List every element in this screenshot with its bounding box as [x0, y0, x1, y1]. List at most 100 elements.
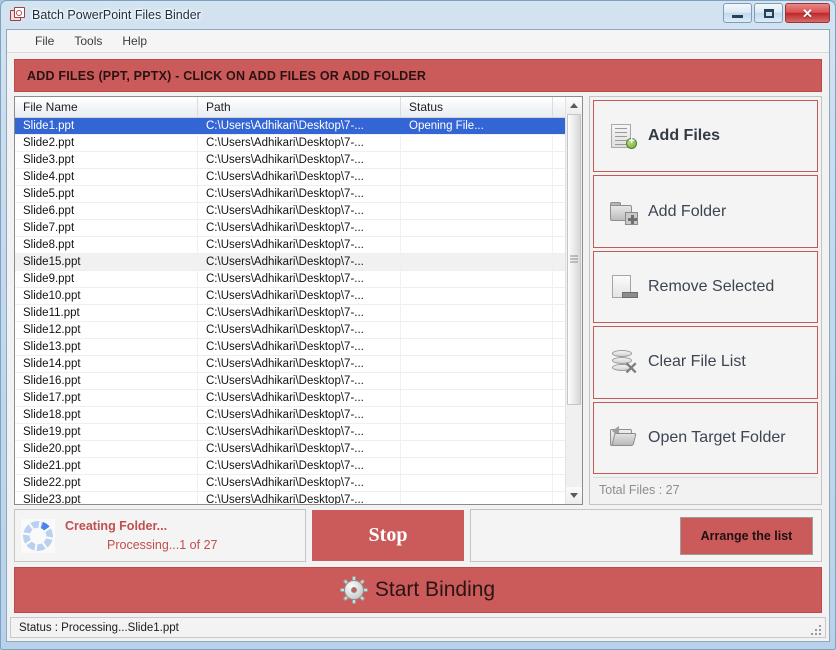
- table-row[interactable]: Slide21.ppt C:\Users\Adhikari\Desktop\7-.…: [15, 457, 582, 475]
- cell-status: [401, 185, 553, 203]
- cell-path: C:\Users\Adhikari\Desktop\7-...: [198, 134, 401, 152]
- total-files-label: Total Files : 27: [593, 477, 818, 501]
- application-window: Batch PowerPoint Files Binder ✕ File Too…: [0, 0, 836, 650]
- cell-status: [401, 168, 553, 186]
- cell-path: C:\Users\Adhikari\Desktop\7-...: [206, 119, 364, 132]
- table-row[interactable]: Slide3.ppt C:\Users\Adhikari\Desktop\7-..…: [15, 151, 582, 169]
- table-row[interactable]: Slide18.ppt C:\Users\Adhikari\Desktop\7-.…: [15, 406, 582, 424]
- table-row[interactable]: Slide9.ppt C:\Users\Adhikari\Desktop\7-..…: [15, 270, 582, 288]
- menu-bar: File Tools Help: [7, 30, 829, 53]
- progress-panel: Creating Folder... Processing...1 of 27: [14, 509, 306, 562]
- table-row[interactable]: Slide10.ppt C:\Users\Adhikari\Desktop\7-.…: [15, 287, 582, 305]
- cell-file-name: Slide18.ppt: [15, 406, 198, 424]
- clear-file-list-label: Clear File List: [648, 353, 746, 371]
- table-row[interactable]: Slide14.ppt C:\Users\Adhikari\Desktop\7-.…: [15, 355, 582, 373]
- column-header-status[interactable]: Status: [401, 97, 553, 117]
- close-button[interactable]: ✕: [785, 3, 830, 23]
- cell-path: C:\Users\Adhikari\Desktop\7-...: [198, 423, 401, 441]
- file-list-body[interactable]: Slide1.ppt C:\Users\Adhikari\Desktop\7-..…: [15, 118, 582, 504]
- menu-item-tools[interactable]: Tools: [64, 31, 112, 51]
- clear-file-list-button[interactable]: ✕ Clear File List: [593, 326, 818, 399]
- remove-selected-button[interactable]: Remove Selected: [593, 250, 818, 324]
- progress-row: Creating Folder... Processing...1 of 27 …: [7, 505, 829, 562]
- table-row[interactable]: Slide8.ppt C:\Users\Adhikari\Desktop\7-..…: [15, 236, 582, 254]
- cell-path: C:\Users\Adhikari\Desktop\7-...: [198, 270, 401, 288]
- title-bar[interactable]: Batch PowerPoint Files Binder ✕: [1, 1, 835, 29]
- table-row[interactable]: Slide17.ppt C:\Users\Adhikari\Desktop\7-.…: [15, 389, 582, 407]
- status-bar-text: Status : Processing...Slide1.ppt: [19, 621, 179, 634]
- cell-status: [401, 406, 553, 424]
- cell-status: [401, 440, 553, 458]
- arrange-the-list-button[interactable]: Arrange the list: [680, 516, 813, 555]
- cell-file-name: Slide21.ppt: [15, 457, 198, 475]
- table-row[interactable]: Slide19.ppt C:\Users\Adhikari\Desktop\7-.…: [15, 423, 582, 441]
- menu-item-file[interactable]: File: [25, 31, 64, 51]
- close-icon: ✕: [802, 5, 813, 21]
- cell-status: [401, 134, 553, 152]
- scrollbar-thumb[interactable]: [567, 114, 581, 405]
- column-header-path[interactable]: Path: [198, 97, 401, 117]
- arrange-panel: Arrange the list: [470, 509, 822, 562]
- add-folder-button[interactable]: Add Folder: [593, 175, 818, 248]
- window-title: Batch PowerPoint Files Binder: [32, 8, 201, 22]
- start-binding-button[interactable]: Start Binding: [14, 567, 822, 613]
- client-area: File Tools Help ADD FILES (PPT, PPTX) - …: [6, 29, 830, 642]
- column-header-file-name[interactable]: File Name: [15, 97, 198, 117]
- cell-path: C:\Users\Adhikari\Desktop\7-...: [198, 474, 401, 492]
- scrollbar-track[interactable]: [566, 114, 582, 487]
- cell-file-name: Slide1.ppt: [23, 119, 75, 132]
- resize-grip-icon[interactable]: [809, 622, 822, 635]
- table-row[interactable]: Slide15.ppt C:\Users\Adhikari\Desktop\7-.…: [15, 253, 582, 271]
- cell-file-name: Slide23.ppt: [15, 491, 198, 504]
- table-row[interactable]: Slide12.ppt C:\Users\Adhikari\Desktop\7-.…: [15, 321, 582, 339]
- add-files-button[interactable]: Add Files: [593, 100, 818, 173]
- cell-status: [401, 355, 553, 373]
- cell-file-name: Slide22.ppt: [15, 474, 198, 492]
- scroll-up-arrow[interactable]: [566, 97, 582, 114]
- table-row[interactable]: Slide1.ppt C:\Users\Adhikari\Desktop\7-..…: [15, 118, 582, 135]
- table-row[interactable]: Slide11.ppt C:\Users\Adhikari\Desktop\7-.…: [15, 304, 582, 322]
- open-target-folder-icon: [608, 424, 638, 452]
- table-row[interactable]: Slide23.ppt C:\Users\Adhikari\Desktop\7-.…: [15, 491, 582, 504]
- cell-file-name: Slide17.ppt: [15, 389, 198, 407]
- file-list-view[interactable]: File Name Path Status Slide1.ppt C:\Users…: [14, 96, 583, 505]
- table-row[interactable]: Slide5.ppt C:\Users\Adhikari\Desktop\7-..…: [15, 185, 582, 203]
- file-list-scrollbar[interactable]: [565, 97, 582, 504]
- maximize-icon: [763, 8, 774, 18]
- cell-status: [401, 236, 553, 254]
- cell-status: [401, 202, 553, 220]
- table-row[interactable]: Slide20.ppt C:\Users\Adhikari\Desktop\7-.…: [15, 440, 582, 458]
- table-row[interactable]: Slide2.ppt C:\Users\Adhikari\Desktop\7-..…: [15, 134, 582, 152]
- cell-status: [401, 338, 553, 356]
- file-list-header: File Name Path Status: [15, 97, 582, 118]
- menu-item-help[interactable]: Help: [112, 31, 157, 51]
- gear-icon: [339, 576, 368, 604]
- cell-file-name: Slide3.ppt: [15, 151, 198, 169]
- table-row[interactable]: Slide4.ppt C:\Users\Adhikari\Desktop\7-..…: [15, 168, 582, 186]
- cell-status: [401, 372, 553, 390]
- cell-file-name: Slide6.ppt: [15, 202, 198, 220]
- cell-status: [401, 151, 553, 169]
- table-row[interactable]: Slide13.ppt C:\Users\Adhikari\Desktop\7-.…: [15, 338, 582, 356]
- table-row[interactable]: Slide16.ppt C:\Users\Adhikari\Desktop\7-.…: [15, 372, 582, 390]
- add-files-label: Add Files: [648, 127, 721, 145]
- maximize-button[interactable]: [754, 3, 783, 23]
- cell-path: C:\Users\Adhikari\Desktop\7-...: [198, 440, 401, 458]
- progress-texts: Creating Folder... Processing...1 of 27: [65, 519, 217, 552]
- cell-path: C:\Users\Adhikari\Desktop\7-...: [198, 253, 401, 271]
- scroll-down-arrow[interactable]: [566, 487, 582, 504]
- stop-button[interactable]: Stop: [312, 510, 464, 561]
- cell-status: [401, 304, 553, 322]
- cell-path: C:\Users\Adhikari\Desktop\7-...: [198, 287, 401, 305]
- clear-file-list-icon: ✕: [608, 348, 638, 377]
- cell-status: [401, 389, 553, 407]
- cell-file-name: Slide2.ppt: [15, 134, 198, 152]
- cell-file-name: Slide13.ppt: [15, 338, 198, 356]
- open-target-folder-button[interactable]: Open Target Folder: [593, 401, 818, 475]
- table-row[interactable]: Slide7.ppt C:\Users\Adhikari\Desktop\7-..…: [15, 219, 582, 237]
- minimize-button[interactable]: [723, 3, 752, 23]
- cell-status: [401, 287, 553, 305]
- table-row[interactable]: Slide6.ppt C:\Users\Adhikari\Desktop\7-..…: [15, 202, 582, 220]
- status-bar: Status : Processing...Slide1.ppt: [10, 617, 826, 638]
- table-row[interactable]: Slide22.ppt C:\Users\Adhikari\Desktop\7-.…: [15, 474, 582, 492]
